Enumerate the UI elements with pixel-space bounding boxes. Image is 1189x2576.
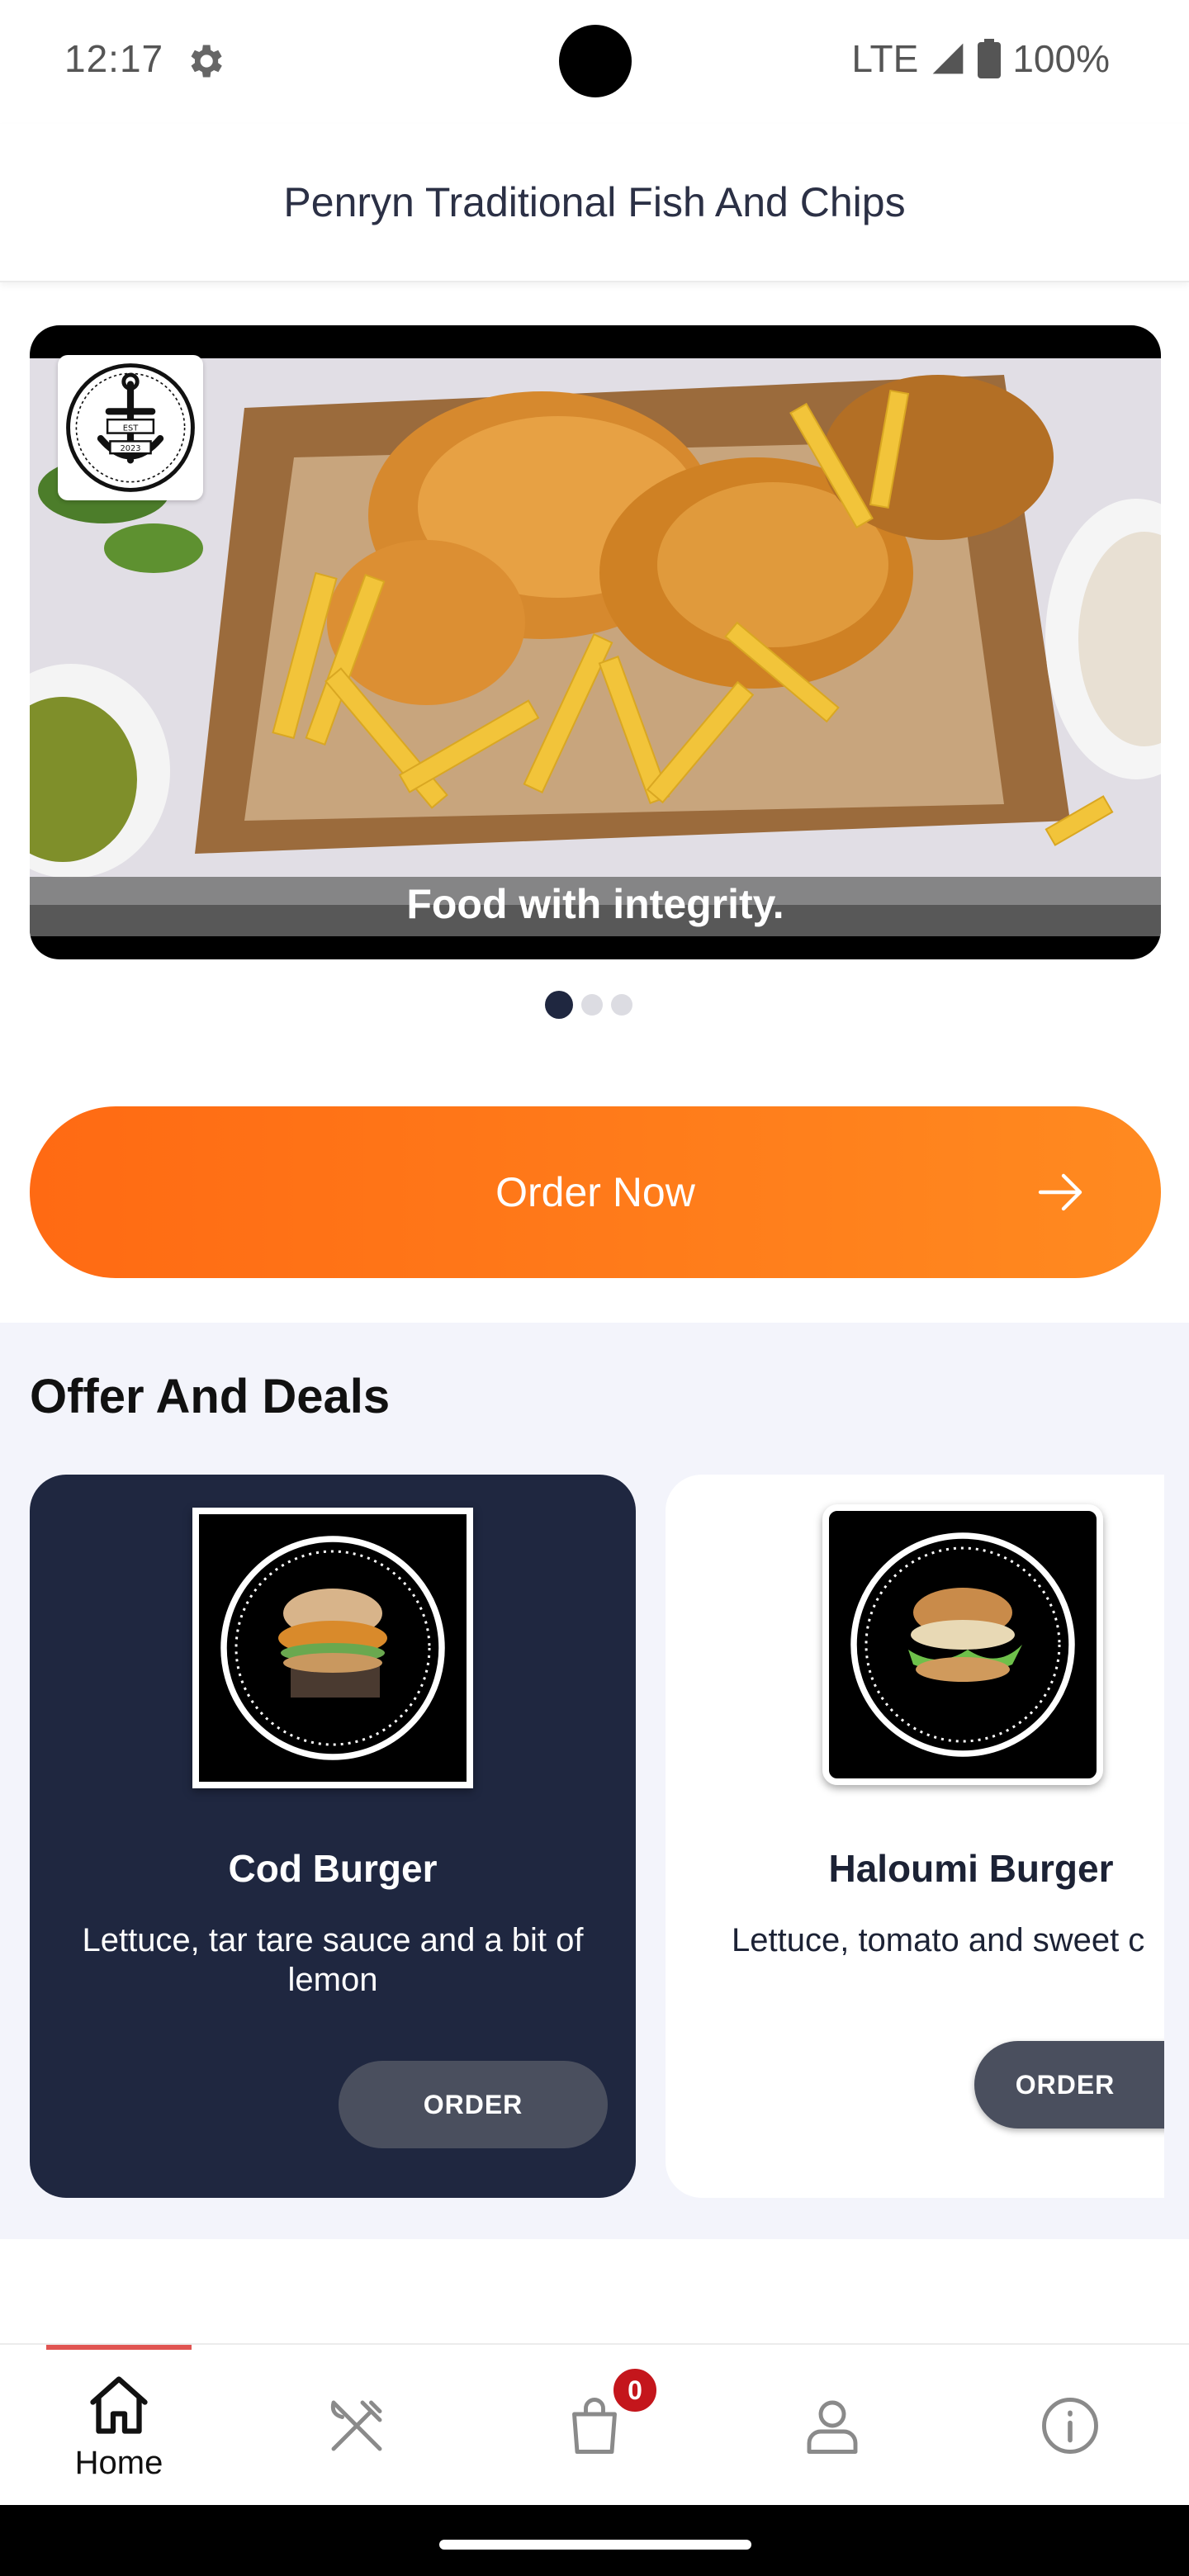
battery-icon: [978, 39, 1002, 78]
battery-label: 100%: [1012, 37, 1110, 80]
nav-info[interactable]: [951, 2345, 1189, 2507]
nav-cart[interactable]: [476, 2345, 713, 2507]
camera-cutout: [559, 25, 632, 97]
offers-section: Offer And Deals Cod Burger Lettuce, tar …: [0, 1323, 1189, 2239]
offer-image: [192, 1508, 473, 1788]
offer-name: Cod Burger: [228, 1847, 438, 1890]
restaurant-logo: EST 2023: [58, 355, 203, 500]
nav-menu[interactable]: [238, 2345, 476, 2507]
cart-count-badge: 0: [611, 2366, 659, 2414]
banner-caption: Food with integrity.: [406, 881, 784, 927]
offer-card[interactable]: Cod Burger Lettuce, tar tare sauce and a…: [30, 1475, 636, 2198]
status-time: 12:17: [64, 37, 164, 80]
nav-profile[interactable]: [713, 2345, 951, 2507]
status-right: LTE 100%: [851, 36, 1110, 81]
gear-icon: [191, 45, 222, 78]
order-button[interactable]: ORDER: [974, 2041, 1164, 2129]
offer-name: Haloumi Burger: [828, 1847, 1114, 1890]
carousel-dot-3[interactable]: [611, 994, 632, 1016]
offer-description: Lettuce, tomato and sweet c: [732, 1922, 1145, 1958]
offer-description: Lettuce, tar tare sauce and a bit of lem…: [82, 1922, 584, 1998]
status-bar: 12:17 LTE 100%: [0, 0, 1189, 124]
order-button[interactable]: ORDER: [339, 2061, 608, 2148]
offer-image: [822, 1504, 1103, 1785]
page-title: Penryn Traditional Fish And Chips: [283, 179, 906, 225]
info-icon: [1042, 2398, 1098, 2454]
order-now-button[interactable]: Order Now: [30, 1106, 1161, 1278]
user-icon: [807, 2400, 858, 2454]
logo-est-text: EST: [123, 424, 139, 433]
fork-knife-icon: [330, 2400, 382, 2451]
app-header: Penryn Traditional Fish And Chips: [0, 124, 1189, 282]
logo-year-text: 2023: [120, 444, 140, 453]
network-label: LTE: [851, 37, 919, 80]
carousel-indicator: [545, 991, 632, 1019]
bottom-navigation: Home 0: [0, 2343, 1189, 2505]
signal-icon: [933, 43, 964, 74]
offer-card[interactable]: Haloumi Burger Lettuce, tomato and sweet…: [666, 1475, 1164, 2198]
nav-home-label: Home: [74, 2444, 163, 2481]
offers-heading: Offer And Deals: [30, 1370, 391, 1423]
arrow-right-icon: [1038, 1173, 1082, 1211]
carousel-dot-1[interactable]: [545, 991, 573, 1019]
carousel-dot-2[interactable]: [581, 994, 603, 1016]
active-indicator: [46, 2345, 192, 2350]
gesture-handle[interactable]: [439, 2540, 751, 2550]
banner-carousel[interactable]: EST 2023 Food with integrity.: [30, 325, 1161, 959]
nav-home[interactable]: Home: [0, 2345, 238, 2507]
order-now-label: Order Now: [495, 1169, 695, 1215]
home-icon: [90, 2375, 148, 2434]
